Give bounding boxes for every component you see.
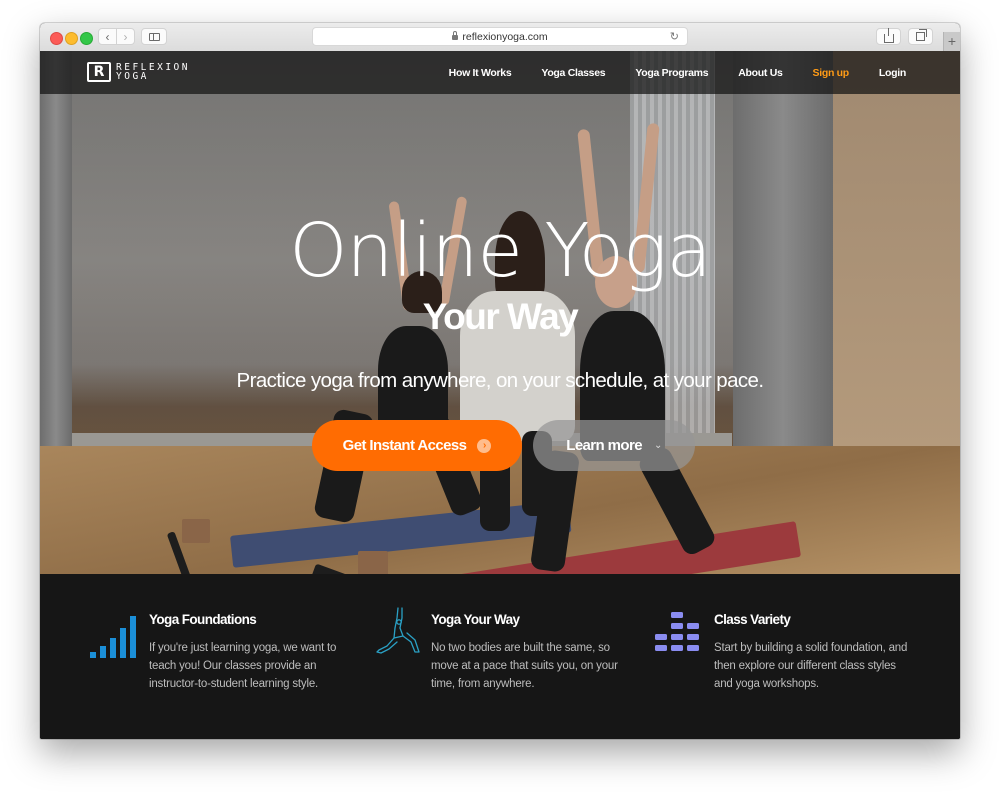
yoga-block	[182, 519, 210, 543]
browser-toolbar: ‹ › reflexionyoga.com ↻ +	[40, 23, 960, 52]
feature-description: If you're just learning yoga, we want to…	[149, 642, 337, 690]
hero-tagline: Practice yoga from anywhere, on your sch…	[236, 369, 765, 392]
feature-description: No two bodies are built the same, so mov…	[431, 642, 618, 690]
lock-icon	[452, 31, 459, 40]
logo-mark: R	[87, 62, 111, 82]
chevron-left-icon: ‹	[105, 29, 110, 44]
get-instant-access-button[interactable]: Get Instant Access ›	[312, 420, 522, 471]
hero-title: Online Yoga	[289, 208, 712, 294]
url-text: reflexionyoga.com	[462, 30, 548, 43]
reload-icon[interactable]: ↻	[670, 30, 679, 43]
nav-how-it-works[interactable]: How It Works	[449, 67, 512, 79]
minimize-window-button[interactable]	[65, 32, 78, 45]
nav-yoga-programs[interactable]: Yoga Programs	[635, 67, 708, 79]
feature-title: Class Variety	[714, 612, 791, 627]
hero-subtitle: Your Way	[422, 296, 579, 337]
chevron-down-icon: ⌄	[653, 440, 662, 451]
tabs-overview-button[interactable]	[908, 28, 933, 45]
new-tab-button[interactable]: +	[943, 32, 960, 52]
plus-icon: +	[947, 33, 957, 49]
share-button[interactable]	[876, 28, 901, 45]
logo-line-2: YOGA	[116, 71, 149, 82]
nav-login[interactable]: Login	[879, 67, 906, 79]
nav-about-us[interactable]: About Us	[738, 67, 783, 79]
site-logo[interactable]: R REFLEXION YOGA	[87, 62, 190, 82]
features-section: Yoga Foundations If you're just learning…	[40, 574, 960, 739]
tabs-icon	[916, 29, 927, 41]
feature-title: Yoga Foundations	[149, 612, 257, 627]
share-icon	[883, 28, 894, 43]
yoga-pose-icon	[376, 607, 420, 654]
sidebar-icon	[148, 32, 160, 41]
yoga-block	[358, 551, 388, 574]
back-button[interactable]: ‹	[98, 28, 117, 45]
nav-sign-up[interactable]: Sign up	[813, 67, 850, 79]
signal-bars-icon	[90, 616, 136, 658]
arrow-circle-right-icon: ›	[477, 438, 492, 453]
site-header: R REFLEXION YOGA How It Works Yoga Class…	[40, 51, 960, 94]
zoom-window-button[interactable]	[80, 32, 93, 45]
sidebar-toggle-button[interactable]	[141, 28, 167, 45]
close-window-button[interactable]	[50, 32, 63, 45]
main-nav: How It Works Yoga Classes Yoga Programs …	[419, 51, 907, 94]
feature-description: Start by building a solid foundation, an…	[714, 642, 908, 690]
hero-section: Online Yoga Your Way Practice yoga from …	[40, 51, 960, 574]
chevron-right-icon: ›	[123, 29, 128, 44]
equalizer-blocks-icon	[655, 612, 699, 651]
learn-more-button[interactable]: Learn more ⌄	[533, 420, 695, 471]
address-bar[interactable]: reflexionyoga.com ↻	[312, 27, 688, 46]
logo-wordmark: REFLEXION YOGA	[116, 63, 190, 82]
browser-window: ‹ › reflexionyoga.com ↻ + Online Yoga Yo…	[40, 23, 960, 739]
feature-title: Yoga Your Way	[431, 612, 520, 627]
nav-yoga-classes[interactable]: Yoga Classes	[541, 67, 605, 79]
forward-button[interactable]: ›	[116, 28, 135, 45]
get-instant-access-label: Get Instant Access	[342, 437, 467, 454]
learn-more-label: Learn more	[566, 437, 642, 454]
